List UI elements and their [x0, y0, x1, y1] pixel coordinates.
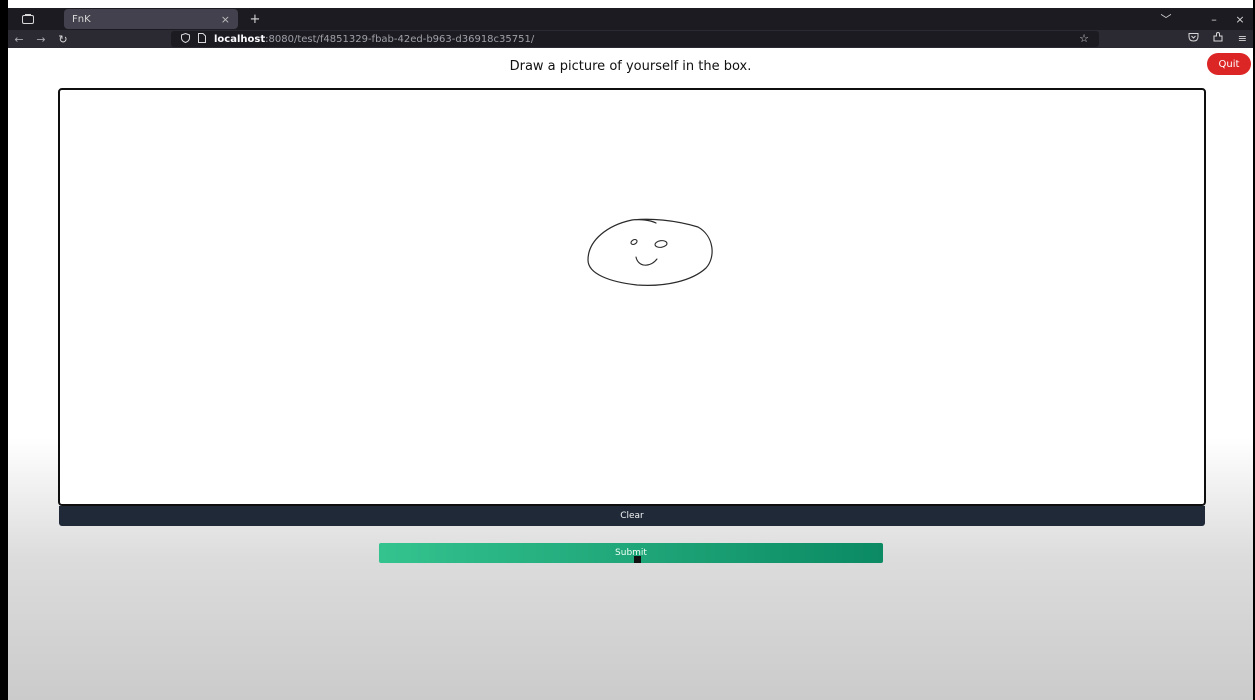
new-tab-icon[interactable]: +	[246, 12, 264, 27]
pocket-icon[interactable]	[1188, 32, 1199, 45]
extensions-icon[interactable]	[1213, 31, 1224, 45]
tab-list-icon[interactable]	[8, 8, 48, 30]
submit-button[interactable]: Submit	[379, 543, 883, 563]
page-icon	[198, 32, 206, 46]
url-host: localhost	[214, 33, 266, 45]
instruction-text: Draw a picture of yourself in the box.	[509, 59, 752, 74]
reload-icon[interactable]: ↻	[52, 33, 74, 46]
page-content: Draw a picture of yourself in the box. Q…	[8, 48, 1253, 700]
minimize-icon[interactable]: –	[1201, 13, 1227, 26]
mouse-cursor-icon	[634, 556, 641, 563]
forward-icon[interactable]: →	[30, 33, 52, 46]
url-path: :8080/test/f4851329-fbab-42ed-b963-d3691…	[265, 33, 535, 45]
bookmark-star-icon[interactable]: ☆	[1079, 32, 1089, 45]
url-bar[interactable]: localhost:8080/test/f4851329-fbab-42ed-b…	[171, 31, 1099, 47]
tab-title: FnK	[72, 13, 91, 25]
window-frame-left	[0, 0, 8, 700]
browser-tab[interactable]: FnK ×	[64, 9, 238, 29]
quit-button[interactable]: Quit	[1207, 53, 1251, 75]
drawing-strokes	[587, 218, 713, 286]
tab-bar: FnK × + ﹀ – ×	[8, 8, 1253, 30]
back-icon[interactable]: ←	[8, 33, 30, 46]
tab-close-icon[interactable]: ×	[221, 13, 230, 26]
drawing-canvas[interactable]	[58, 88, 1206, 506]
menu-icon[interactable]: ≡	[1238, 32, 1247, 45]
close-window-icon[interactable]: ×	[1227, 13, 1253, 26]
clear-button[interactable]: Clear	[59, 506, 1205, 526]
shield-icon	[181, 32, 190, 46]
chevron-down-icon[interactable]: ﹀	[1153, 11, 1179, 27]
navigation-bar: ← → ↻ localhost:8080/test/f4851329-fbab-…	[8, 30, 1253, 48]
